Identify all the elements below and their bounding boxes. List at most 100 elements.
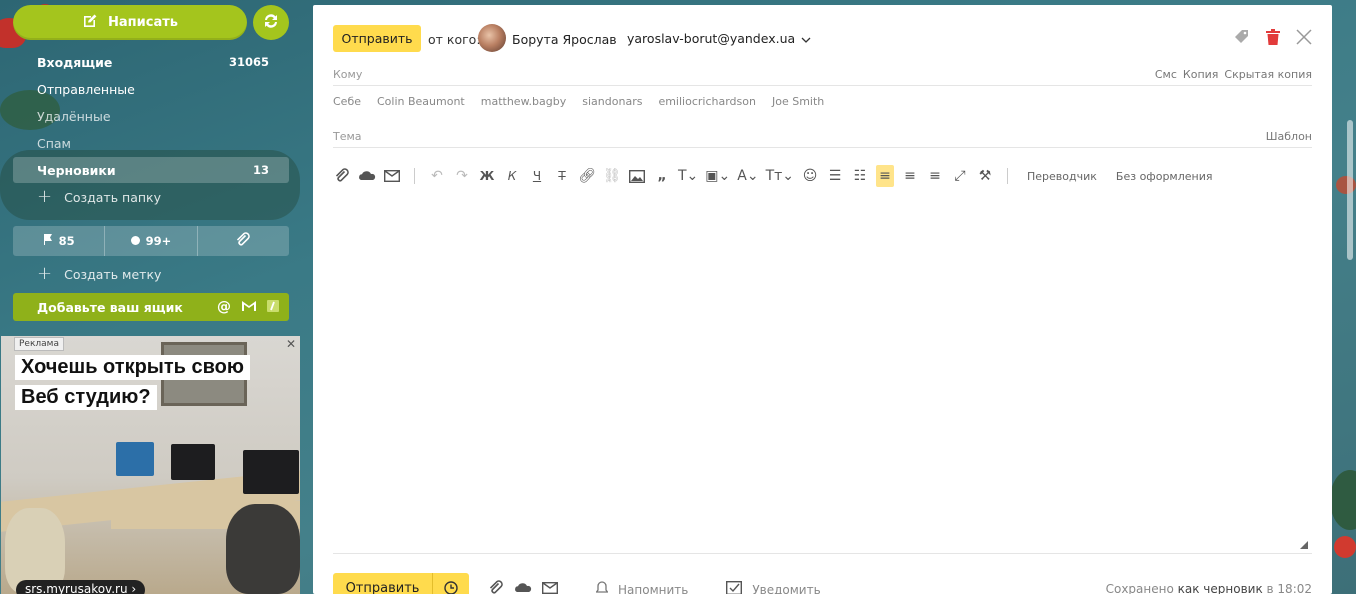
schedule-clock-icon[interactable] <box>433 573 469 594</box>
ad-url-link[interactable]: srs.myrusakov.ru › <box>16 580 146 594</box>
align-right-icon[interactable]: ≡ <box>926 165 944 187</box>
smiley-icon[interactable]: ☺ <box>801 165 819 187</box>
attachments-filter[interactable] <box>198 226 289 256</box>
ad-monitor <box>171 444 215 480</box>
font-color-icon[interactable]: A⌄ <box>737 165 758 187</box>
add-mailbox-banner[interactable]: Добавьте ваш ящик @ <box>13 293 289 321</box>
link-icon[interactable]: 🔗︎ <box>578 165 596 187</box>
ad-close-icon[interactable]: ✕ <box>284 337 298 351</box>
italic-button[interactable]: К <box>503 165 521 187</box>
bottom-send-group: Отправить <box>333 573 469 594</box>
underline-button[interactable]: Ч <box>528 165 546 187</box>
bold-button[interactable]: Ж <box>478 165 496 187</box>
saved-prefix: Сохранено <box>1105 582 1174 594</box>
attach-icon[interactable] <box>333 165 351 187</box>
flag-icon <box>43 234 53 248</box>
plain-text-button[interactable]: Без оформления <box>1110 165 1219 187</box>
unread-filter[interactable]: 99+ <box>105 226 198 256</box>
background-flower <box>1336 176 1356 194</box>
align-left-icon[interactable]: ≡ <box>876 165 895 187</box>
envelope-icon[interactable] <box>383 165 401 187</box>
folder-drafts[interactable]: Черновики 13 <box>13 157 289 183</box>
format-painter-icon[interactable]: ⚒ <box>976 165 994 187</box>
align-center-icon[interactable]: ≡ <box>901 165 919 187</box>
resize-handle-icon[interactable] <box>1300 541 1308 549</box>
contact-suggestion[interactable]: Colin Beaumont <box>377 95 465 108</box>
ad-monitor <box>243 450 299 494</box>
strikethrough-button[interactable]: Т <box>553 165 571 187</box>
folder-sent[interactable]: Отправленные <box>13 76 289 102</box>
chevron-down-icon <box>801 31 811 46</box>
close-icon[interactable] <box>1296 29 1312 48</box>
sender-name: Борута Ярослав <box>512 32 617 47</box>
page-scrollbar[interactable] <box>1347 120 1353 260</box>
font-size-icon[interactable]: Tт⌄ <box>766 165 794 187</box>
notify-button[interactable]: Уведомить <box>752 583 820 594</box>
unread-dot-icon <box>130 234 140 248</box>
folder-label: Отправленные <box>37 81 135 97</box>
create-label-label: Создать метку <box>64 266 162 282</box>
trash-icon[interactable] <box>1266 29 1280 48</box>
notify-checkbox-icon[interactable] <box>726 580 743 594</box>
from-label: от кого: <box>428 32 481 47</box>
attach-icon[interactable] <box>488 580 504 594</box>
sender-email-select[interactable]: yaroslav-borut@yandex.ua <box>627 31 811 46</box>
sms-link[interactable]: Смс <box>1155 68 1177 81</box>
send-button[interactable]: Отправить <box>333 25 421 52</box>
bullet-list-icon[interactable]: ☷ <box>851 165 869 187</box>
advertisement[interactable]: Реклама ✕ Хочешь открыть свою Веб студию… <box>1 336 300 594</box>
saved-time: в 18:02 <box>1266 582 1312 594</box>
cloud-disk-icon[interactable] <box>514 582 532 594</box>
compose-button[interactable]: Написать <box>13 5 247 40</box>
fullscreen-icon[interactable]: ⤢ <box>951 165 969 187</box>
text-block-icon[interactable]: ▣⌄ <box>705 165 730 187</box>
redo-icon[interactable]: ↷ <box>453 165 471 187</box>
folder-count: 31065 <box>228 55 269 69</box>
bcc-link[interactable]: Скрытая копия <box>1224 68 1312 81</box>
paperclip-icon <box>235 231 251 251</box>
unlink-icon[interactable]: ⛓︎ <box>603 165 621 187</box>
avatar <box>478 24 506 52</box>
tag-icon[interactable] <box>1234 29 1250 48</box>
contact-suggestion[interactable]: matthew.bagby <box>481 95 567 108</box>
folder-inbox[interactable]: Входящие 31065 <box>13 49 289 75</box>
toolbar-separator <box>414 168 415 184</box>
contact-suggestion[interactable]: Себе <box>333 95 361 108</box>
contact-suggestion[interactable]: Joe Smith <box>772 95 824 108</box>
mail-filters-bar: 85 99+ <box>13 226 289 256</box>
create-label-link[interactable]: + Создать метку <box>37 265 161 283</box>
text-style-icon[interactable]: T⌄ <box>678 165 698 187</box>
contact-suggestions: Себе Colin Beaumont matthew.bagby siando… <box>333 95 824 108</box>
to-field[interactable]: Кому Смс Копия Скрытая копия <box>333 64 1312 86</box>
bottom-send-button[interactable]: Отправить <box>333 573 433 594</box>
outlook-icon <box>267 299 279 315</box>
ad-tag: Реклама <box>14 337 64 351</box>
flagged-filter[interactable]: 85 <box>13 226 106 256</box>
cc-link[interactable]: Копия <box>1183 68 1219 81</box>
subject-field[interactable]: Тема Шаблон <box>333 126 1312 148</box>
envelope-icon[interactable] <box>541 581 559 594</box>
folder-deleted[interactable]: Удалённые <box>13 103 289 129</box>
ad-headline: Веб студию? <box>15 385 157 410</box>
template-link[interactable]: Шаблон <box>1266 130 1312 143</box>
background-flower <box>1334 536 1356 558</box>
undo-icon[interactable]: ↶ <box>428 165 446 187</box>
contact-suggestion[interactable]: siandonars <box>582 95 642 108</box>
numbered-list-icon[interactable]: ☰ <box>826 165 844 187</box>
folder-label: Черновики <box>37 162 116 178</box>
drafts-link[interactable]: как черновик <box>1178 582 1263 594</box>
cloud-disk-icon[interactable] <box>358 165 376 187</box>
image-icon[interactable] <box>628 165 646 187</box>
sender-email: yaroslav-borut@yandex.ua <box>627 31 796 46</box>
folder-label: Удалённые <box>37 108 111 124</box>
quote-icon[interactable]: „ <box>653 165 671 187</box>
remind-button[interactable]: Напомнить <box>618 583 688 594</box>
refresh-button[interactable] <box>253 5 289 40</box>
contact-suggestion[interactable]: emiliocrichardson <box>658 95 756 108</box>
ad-headline: Хочешь открыть свою <box>15 355 250 380</box>
folder-spam[interactable]: Спам <box>13 130 289 156</box>
translator-button[interactable]: Переводчик <box>1021 165 1103 187</box>
create-folder-link[interactable]: + Создать папку <box>37 188 161 206</box>
compose-icon <box>82 13 98 33</box>
message-body[interactable] <box>333 200 1312 554</box>
